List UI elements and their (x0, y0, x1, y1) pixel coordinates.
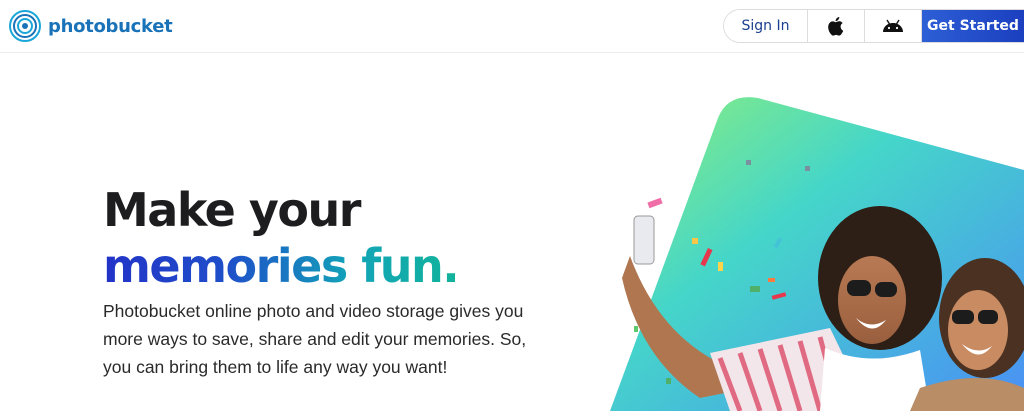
sign-in-label: Sign In (741, 18, 790, 34)
sign-in-button[interactable]: Sign In (724, 10, 808, 42)
hero-title-line2: memories fun. (103, 239, 460, 293)
hero-image (600, 88, 1024, 411)
photobucket-logo-icon (9, 10, 41, 42)
android-app-button[interactable] (865, 10, 922, 42)
logo-text: photobucket (48, 15, 173, 37)
hero-title: Make your memories fun. (103, 182, 460, 294)
apple-icon (828, 17, 844, 36)
get-started-button[interactable]: Get Started (922, 10, 1024, 42)
hero-description: Photobucket online photo and video stora… (103, 301, 527, 377)
get-started-label: Get Started (927, 18, 1019, 34)
hero-title-line1: Make your (103, 183, 361, 237)
header-actions: Sign In Get Started (723, 9, 1024, 43)
hero-illustration (610, 97, 1024, 411)
top-header: photobucket Sign In Get Started (0, 0, 1024, 53)
apple-app-button[interactable] (808, 10, 865, 42)
android-icon (883, 19, 903, 32)
photobucket-logo[interactable]: photobucket (8, 8, 173, 44)
